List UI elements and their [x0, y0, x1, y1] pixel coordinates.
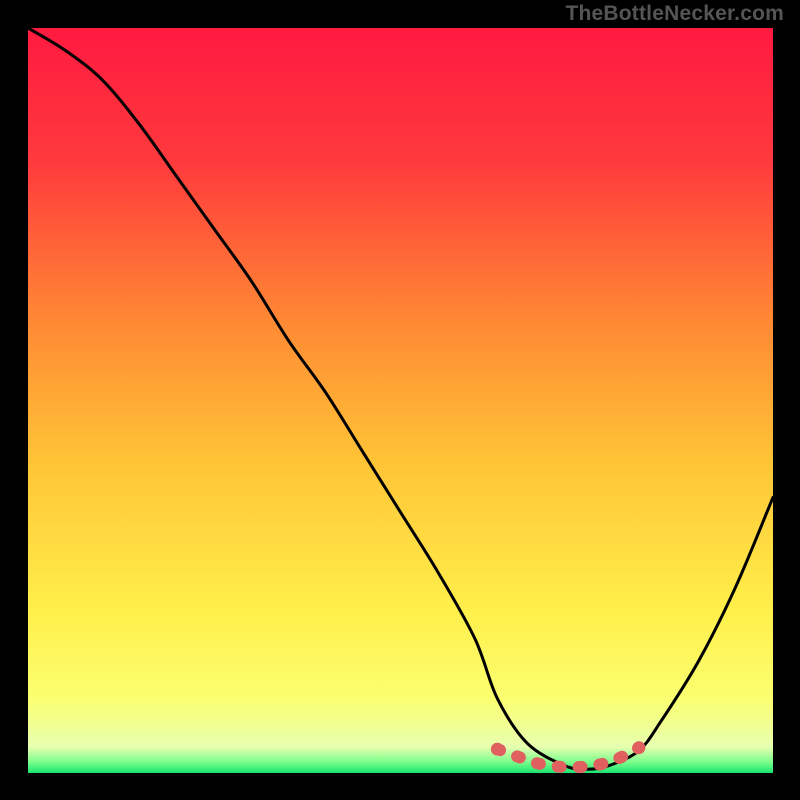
optimal-band-end-1 — [632, 741, 645, 754]
bottleneck-chart: TheBottleNecker.com — [0, 0, 800, 800]
chart-svg — [28, 28, 773, 773]
gradient-background — [28, 28, 773, 773]
chart-plot-area — [28, 28, 773, 773]
watermark-label: TheBottleNecker.com — [565, 2, 784, 26]
optimal-band-end-0 — [491, 743, 504, 756]
